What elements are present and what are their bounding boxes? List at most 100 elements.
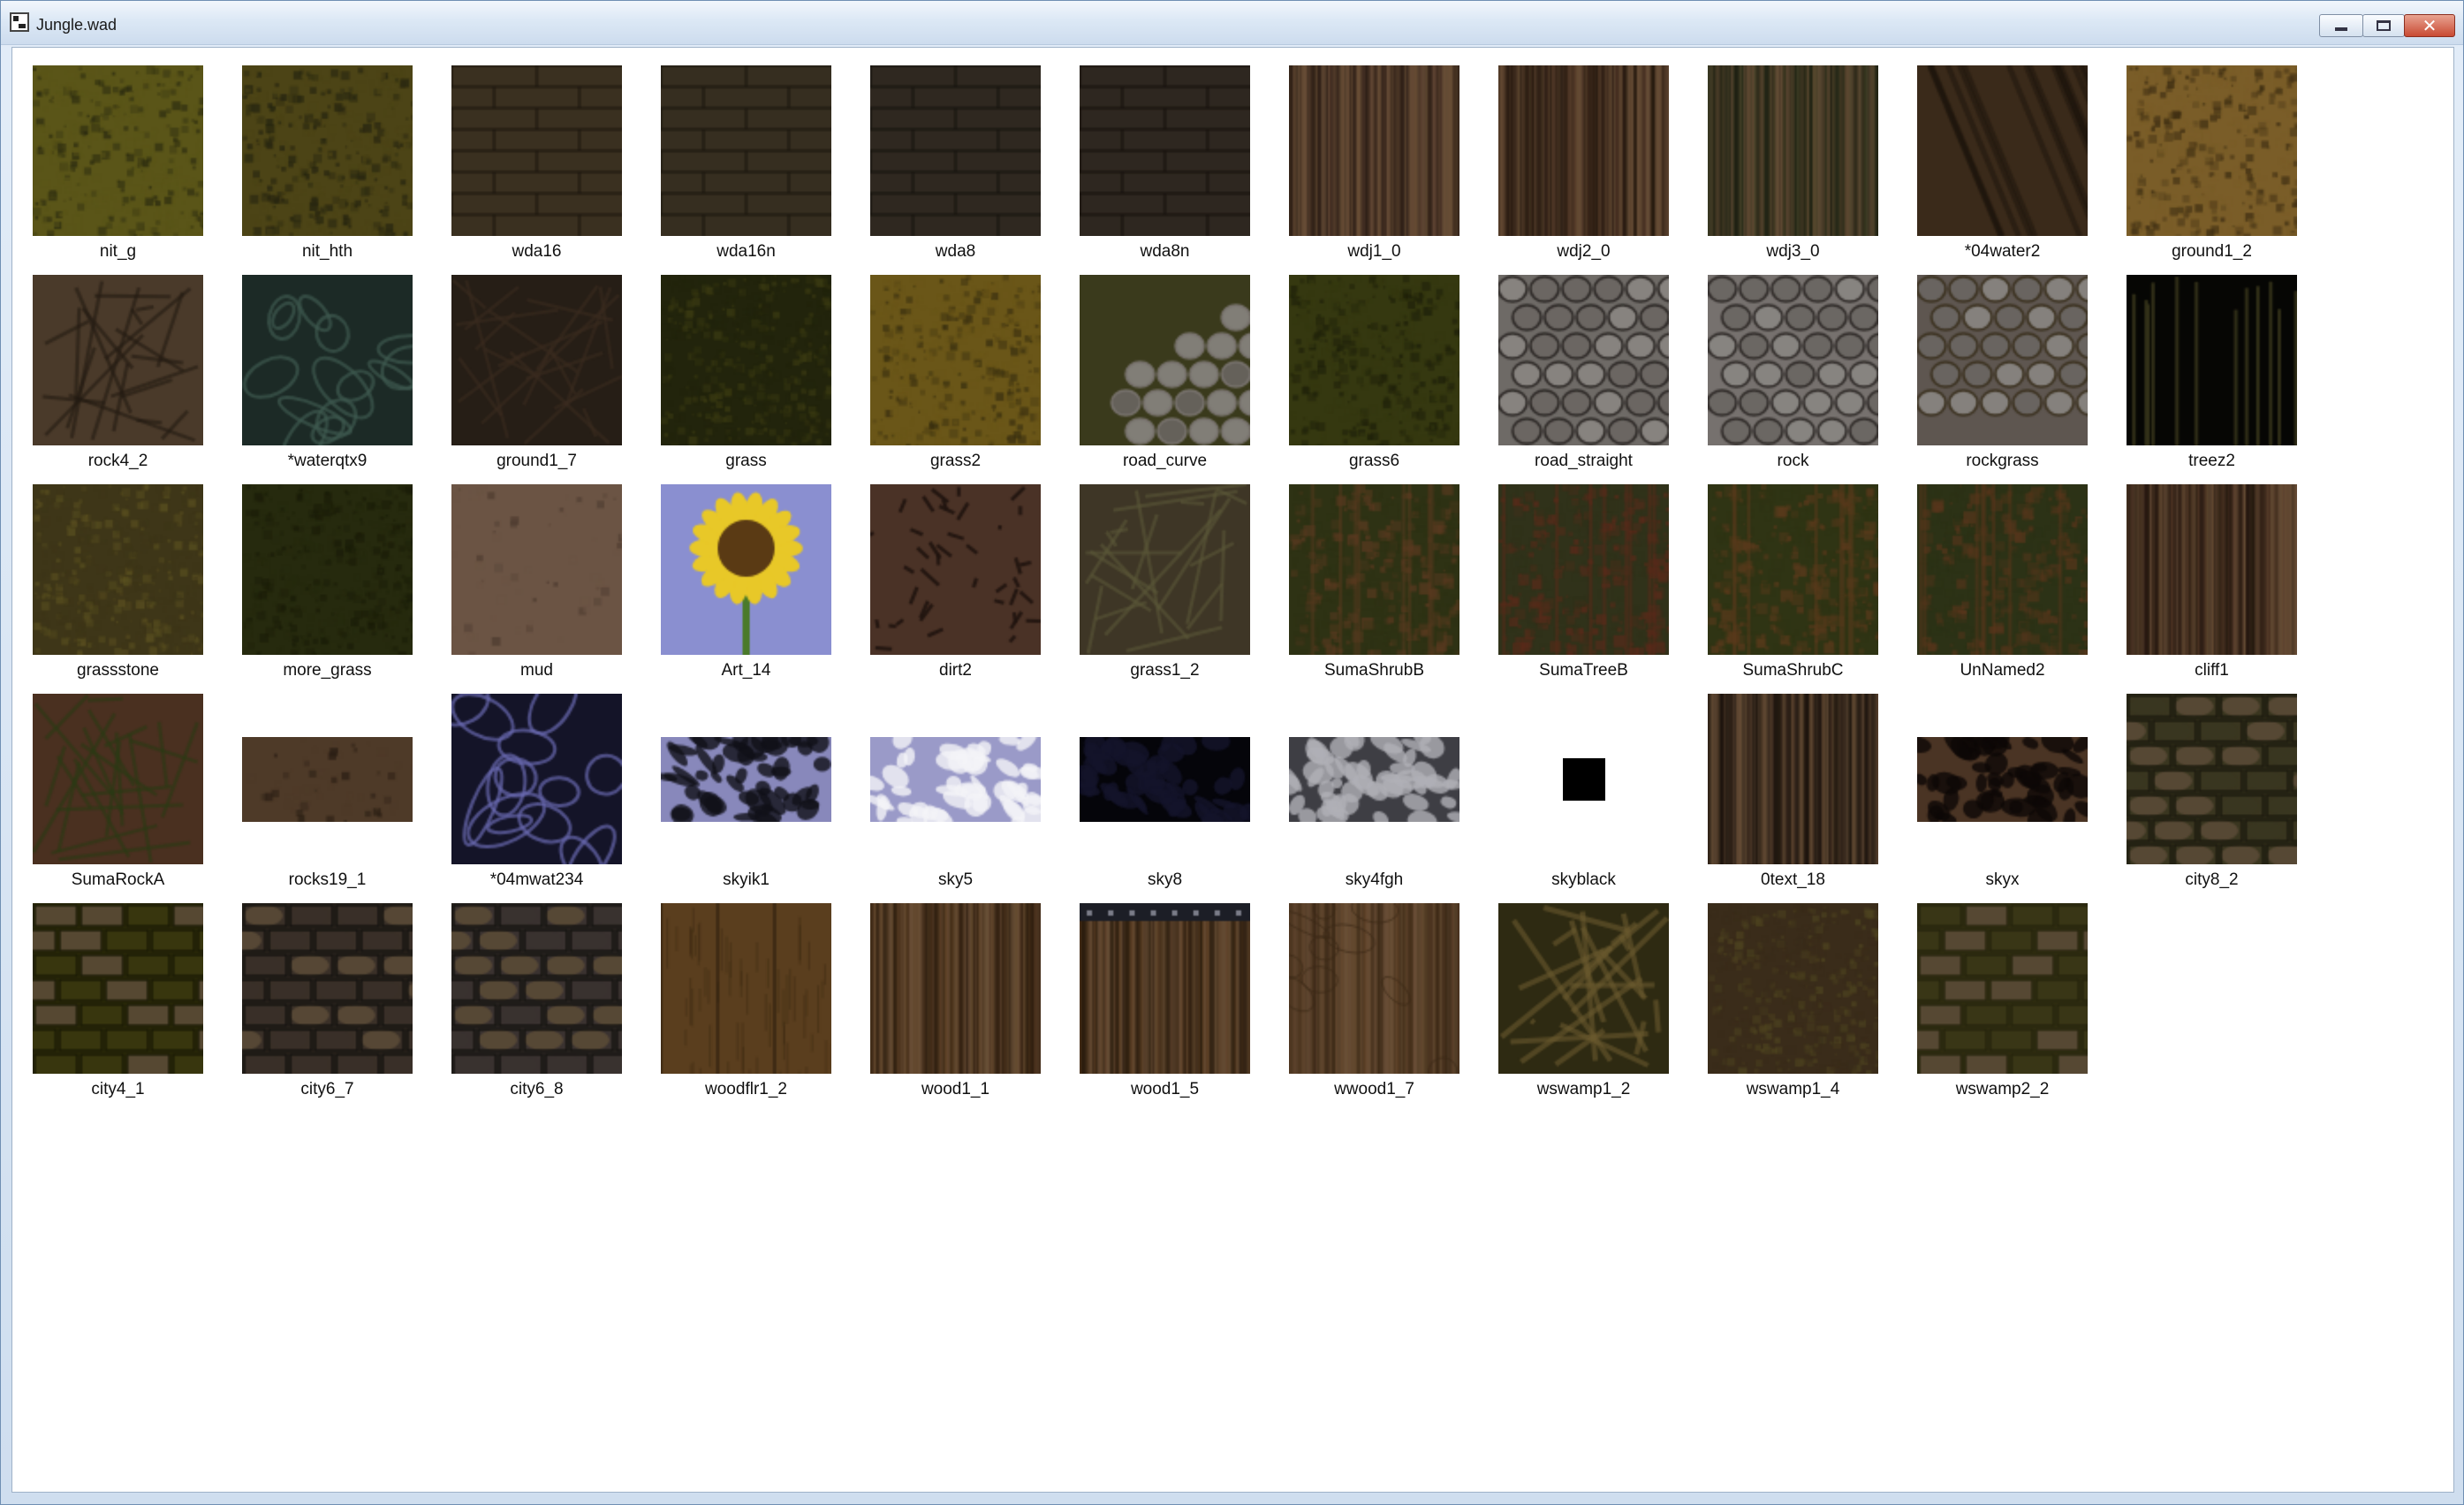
texture-thumbnail: [870, 65, 1041, 236]
texture-thumbnail: [242, 736, 413, 822]
texture-thumbnail-frame: [661, 694, 831, 864]
texture-tile[interactable]: SumaShrubB: [1289, 484, 1459, 695]
texture-tile[interactable]: city6_7: [242, 903, 413, 1114]
texture-tile[interactable]: grass6: [1289, 275, 1459, 485]
close-button[interactable]: ✕: [2404, 14, 2455, 37]
texture-name-label: city6_7: [300, 1080, 354, 1098]
texture-tile[interactable]: sky4fgh: [1289, 694, 1459, 904]
texture-thumbnail: [661, 736, 831, 822]
texture-thumbnail-frame: [1498, 903, 1669, 1074]
texture-thumbnail: [1289, 903, 1459, 1074]
texture-tile[interactable]: UnNamed2: [1917, 484, 2088, 695]
maximize-icon: [2363, 15, 2404, 36]
texture-tile[interactable]: rock4_2: [33, 275, 203, 485]
texture-tile[interactable]: skyik1: [661, 694, 831, 904]
texture-thumbnail-frame: [242, 65, 413, 236]
title-bar[interactable]: Jungle.wad ✕: [1, 1, 2463, 45]
texture-thumbnail: [451, 275, 622, 445]
texture-tile[interactable]: wswamp1_2: [1498, 903, 1669, 1114]
texture-tile[interactable]: mud: [451, 484, 622, 695]
texture-tile[interactable]: road_straight: [1498, 275, 1669, 485]
texture-thumbnail: [1708, 694, 1878, 864]
texture-thumbnail-frame: [451, 484, 622, 655]
texture-tile[interactable]: rock: [1708, 275, 1878, 485]
texture-tile[interactable]: road_curve: [1080, 275, 1250, 485]
texture-tile[interactable]: city4_1: [33, 903, 203, 1114]
texture-tile[interactable]: SumaTreeB: [1498, 484, 1669, 695]
texture-thumbnail: [661, 275, 831, 445]
texture-tile[interactable]: ground1_7: [451, 275, 622, 485]
texture-name-label: dirt2: [939, 661, 972, 680]
texture-tile[interactable]: sky5: [870, 694, 1041, 904]
texture-name-label: wdj1_0: [1347, 242, 1401, 261]
texture-tile[interactable]: sky8: [1080, 694, 1250, 904]
texture-name-label: SumaTreeB: [1539, 661, 1628, 680]
texture-tile[interactable]: wdj3_0: [1708, 65, 1878, 276]
texture-tile[interactable]: cliff1: [2127, 484, 2297, 695]
texture-thumbnail-frame: [1080, 903, 1250, 1074]
texture-tile[interactable]: *waterqtx9: [242, 275, 413, 485]
texture-tile[interactable]: nit_hth: [242, 65, 413, 276]
texture-tile[interactable]: city6_8: [451, 903, 622, 1114]
texture-tile[interactable]: ground1_2: [2127, 65, 2297, 276]
texture-thumbnail-frame: [451, 275, 622, 445]
texture-tile[interactable]: wda16: [451, 65, 622, 276]
texture-thumbnail: [661, 65, 831, 236]
texture-tile[interactable]: nit_g: [33, 65, 203, 276]
texture-tile[interactable]: 0text_18: [1708, 694, 1878, 904]
texture-tile[interactable]: skyx: [1917, 694, 2088, 904]
texture-name-label: skyik1: [723, 870, 770, 889]
texture-thumbnail: [1289, 65, 1459, 236]
texture-name-label: Art_14: [721, 661, 771, 680]
texture-tile[interactable]: wswamp2_2: [1917, 903, 2088, 1114]
texture-thumbnail-frame: [1498, 694, 1669, 864]
app-window: Jungle.wad ✕ nit_g nit_hth wda16 wda16n wda8…: [0, 0, 2464, 1505]
texture-tile[interactable]: wda8: [870, 65, 1041, 276]
texture-tile[interactable]: wdj2_0: [1498, 65, 1669, 276]
texture-tile[interactable]: wda16n: [661, 65, 831, 276]
texture-tile[interactable]: skyblack: [1498, 694, 1669, 904]
texture-tile[interactable]: wswamp1_4: [1708, 903, 1878, 1114]
texture-name-label: wda8: [935, 242, 976, 261]
texture-thumbnail-frame: [661, 903, 831, 1074]
texture-thumbnail-frame: [870, 484, 1041, 655]
texture-tile[interactable]: woodflr1_2: [661, 903, 831, 1114]
texture-name-label: wdj2_0: [1557, 242, 1611, 261]
minimize-button[interactable]: [2319, 14, 2363, 37]
close-icon: ✕: [2422, 15, 2437, 36]
texture-name-label: nit_g: [99, 242, 137, 261]
texture-tile[interactable]: SumaShrubC: [1708, 484, 1878, 695]
texture-thumbnail: [1498, 65, 1669, 236]
texture-tile[interactable]: dirt2: [870, 484, 1041, 695]
texture-tile[interactable]: grass: [661, 275, 831, 485]
texture-tile[interactable]: wdj1_0: [1289, 65, 1459, 276]
texture-thumbnail: [661, 484, 831, 655]
texture-name-label: road_curve: [1122, 452, 1208, 470]
texture-thumbnail: [451, 903, 622, 1074]
texture-tile[interactable]: wwood1_7: [1289, 903, 1459, 1114]
texture-tile[interactable]: *04mwat234: [451, 694, 622, 904]
texture-thumbnail: [1917, 275, 2088, 445]
texture-tile[interactable]: wda8n: [1080, 65, 1250, 276]
texture-tile[interactable]: rocks19_1: [242, 694, 413, 904]
texture-tile[interactable]: wood1_5: [1080, 903, 1250, 1114]
texture-name-label: SumaRockA: [71, 870, 165, 889]
texture-tile[interactable]: *04water2: [1917, 65, 2088, 276]
texture-tile[interactable]: grass2: [870, 275, 1041, 485]
texture-thumbnail-frame: [870, 694, 1041, 864]
texture-thumbnail-frame: [1498, 484, 1669, 655]
texture-name-label: road_straight: [1535, 452, 1633, 470]
texture-tile[interactable]: grass1_2: [1080, 484, 1250, 695]
texture-grid[interactable]: nit_g nit_hth wda16 wda16n wda8 wda8n wdj1_0 wd…: [11, 47, 2454, 1493]
texture-tile[interactable]: wood1_1: [870, 903, 1041, 1114]
maximize-button[interactable]: [2362, 14, 2405, 37]
texture-tile[interactable]: grassstone: [33, 484, 203, 695]
texture-tile[interactable]: SumaRockA: [33, 694, 203, 904]
texture-tile[interactable]: city8_2: [2127, 694, 2297, 904]
texture-tile[interactable]: treez2: [2127, 275, 2297, 485]
texture-thumbnail: [451, 484, 622, 655]
texture-thumbnail: [242, 65, 413, 236]
texture-tile[interactable]: rockgrass: [1917, 275, 2088, 485]
texture-tile[interactable]: Art_14: [661, 484, 831, 695]
texture-tile[interactable]: more_grass: [242, 484, 413, 695]
